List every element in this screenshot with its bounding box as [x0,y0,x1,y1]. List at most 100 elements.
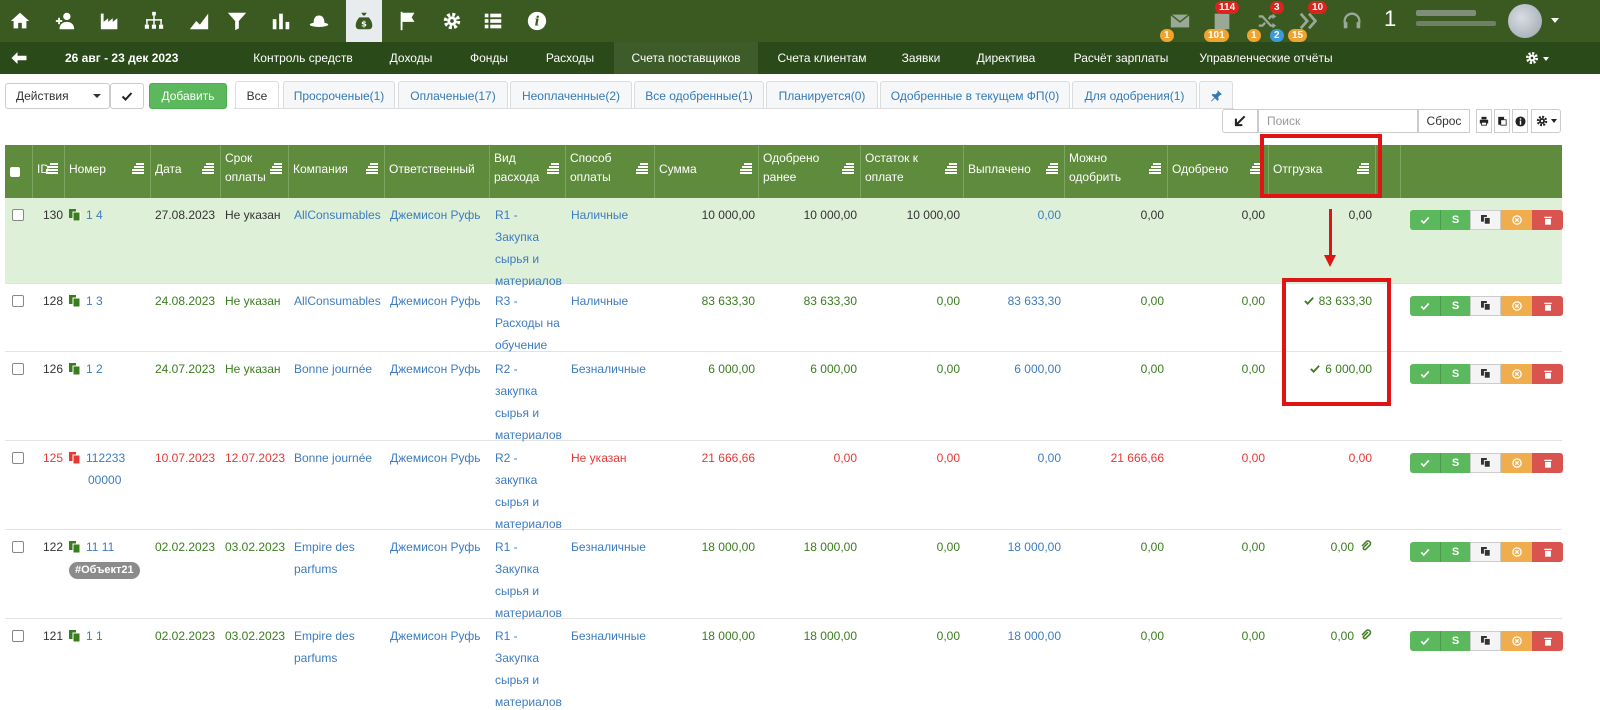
cancel-button[interactable] [1501,631,1532,651]
back-arrow-icon[interactable] [10,49,28,67]
home-icon[interactable] [2,0,38,42]
table-row[interactable]: 122 11 11 #Объект21 02.02.2023 03.02.2023… [5,530,1563,620]
delete-button[interactable] [1532,542,1563,562]
select-all-checkbox[interactable] [10,167,20,177]
cell-paid[interactable]: 83 633,30 [964,290,1061,312]
actions-dropdown[interactable]: Действия [5,83,110,109]
cell-number[interactable]: 112233 00000 [69,447,125,491]
s-button[interactable]: S [1440,364,1470,384]
avatar[interactable] [1508,4,1542,38]
headset-icon[interactable] [1335,0,1369,42]
cell-expense[interactable]: R2 - закупка сырья и материалов [495,358,562,446]
cancel-button[interactable] [1501,542,1532,562]
user-name-blurred[interactable] [1416,10,1498,32]
cell-paid[interactable]: 18 000,00 [964,536,1061,558]
cancel-button[interactable] [1501,364,1532,384]
header-payment-method[interactable]: Способ оплаты [566,145,655,198]
list-icon[interactable] [475,0,511,42]
money-bag-icon[interactable]: $ [346,0,382,42]
nav-funds-control[interactable]: Контроль средств [237,42,369,74]
cell-number[interactable]: 1 4 [69,204,103,226]
nav-payroll[interactable]: Расчёт зарплаты [1056,42,1186,74]
cell-responsible[interactable]: Джемисон Руфь [390,447,481,469]
delete-button[interactable] [1532,631,1563,651]
s-button[interactable]: S [1440,210,1470,230]
table-row[interactable]: 125 112233 00000 10.07.2023 12.07.2023 Bo… [5,441,1563,531]
cell-responsible[interactable]: Джемисон Руфь [390,358,481,380]
row-checkbox[interactable] [12,295,24,307]
copy-button[interactable] [1470,296,1501,316]
tab-overdue[interactable]: Просроченые(1) [283,81,395,109]
copy-button[interactable] [1470,453,1501,473]
tab-all-approved[interactable]: Все одобренные(1) [634,81,764,109]
cancel-button[interactable] [1501,453,1532,473]
header-company[interactable]: Компания [289,145,385,198]
nav-income[interactable]: Доходы [370,42,452,74]
nav-directive[interactable]: Директива [956,42,1056,74]
cell-number[interactable]: 11 11 #Объект21 [69,536,140,580]
add-button[interactable]: Добавить [149,83,227,109]
copy-button[interactable] [1470,542,1501,562]
cell-company[interactable]: AllConsumables [294,204,381,226]
cell-paid[interactable]: 0,00 [964,447,1061,469]
cell-number[interactable]: 1 3 [69,290,103,312]
table-row[interactable]: 121 1 1 02.02.2023 03.02.2023 Empire des… [5,619,1563,710]
row-checkbox[interactable] [12,630,24,642]
nav-client-invoices[interactable]: Счета клиентам [758,42,886,74]
bar-chart-icon[interactable] [263,0,299,42]
factory-icon[interactable] [92,0,128,42]
cell-responsible[interactable]: Джемисон Руфь [390,204,481,226]
tab-unpaid[interactable]: Неоплаченные(2) [510,81,632,109]
search-input[interactable] [1258,109,1418,133]
filter-icon[interactable] [219,0,255,42]
cell-company[interactable]: Empire des parfums [294,625,355,669]
tab-paid[interactable]: Оплаченые(17) [398,81,508,109]
header-sum[interactable]: Сумма [655,145,759,198]
header-approved[interactable]: Одобрено [1168,145,1269,198]
nav-funds[interactable]: Фонды [452,42,526,74]
header-responsible[interactable]: Ответственный [385,145,490,198]
cell-number[interactable]: 1 1 [69,625,103,647]
copy-button[interactable] [1470,631,1501,651]
header-due[interactable]: Срок оплаты [221,145,289,198]
user-plus-icon[interactable] [47,0,83,42]
nav-supplier-invoices[interactable]: Счета поставщиков [614,42,758,74]
row-checkbox[interactable] [12,541,24,553]
cell-company[interactable]: Bonne journée [294,358,372,380]
cell-responsible[interactable]: Джемисон Руфь [390,536,481,558]
export-icon[interactable] [1494,109,1510,133]
cell-expense[interactable]: R1 - Закупка сырья и материалов [495,536,562,624]
cell-paid[interactable]: 6 000,00 [964,358,1061,380]
header-paid[interactable]: Выплачено [964,145,1065,198]
delete-button[interactable] [1532,453,1563,473]
cell-expense[interactable]: R2 - закупка сырья и материалов [495,447,562,535]
row-checkbox[interactable] [12,363,24,375]
cell-company[interactable]: Bonne journée [294,447,372,469]
tab-for-approval[interactable]: Для одобрения(1) [1072,81,1197,109]
flag-icon[interactable] [390,0,426,42]
copy-button[interactable] [1470,364,1501,384]
print-icon[interactable] [1476,109,1492,133]
header-number[interactable]: Номер [65,145,151,198]
org-chart-icon[interactable] [136,0,172,42]
settings-caret-icon[interactable] [1543,57,1549,61]
s-button[interactable]: S [1440,453,1470,473]
approve-button[interactable] [1410,631,1440,651]
header-remaining[interactable]: Остаток к оплате [861,145,964,198]
tab-pin[interactable] [1199,81,1233,109]
delete-button[interactable] [1532,364,1563,384]
cell-company[interactable]: Empire des parfums [294,536,355,580]
confirm-button[interactable] [110,83,144,109]
header-expense-type[interactable]: Вид расхода [490,145,566,198]
approve-button[interactable] [1410,210,1440,230]
nav-expenses[interactable]: Расходы [526,42,614,74]
info-small-icon[interactable] [1512,109,1528,133]
date-range[interactable]: 26 авг - 23 дек 2023 [65,42,178,74]
cell-responsible[interactable]: Джемисон Руфь [390,625,481,647]
approve-button[interactable] [1410,364,1440,384]
tag-pill[interactable]: #Объект21 [69,562,140,579]
cell-expense[interactable]: R1 - Закупка сырья и материалов [495,204,562,292]
approve-button[interactable] [1410,453,1440,473]
approve-button[interactable] [1410,296,1440,316]
collapse-arrow-button[interactable] [1222,109,1258,133]
